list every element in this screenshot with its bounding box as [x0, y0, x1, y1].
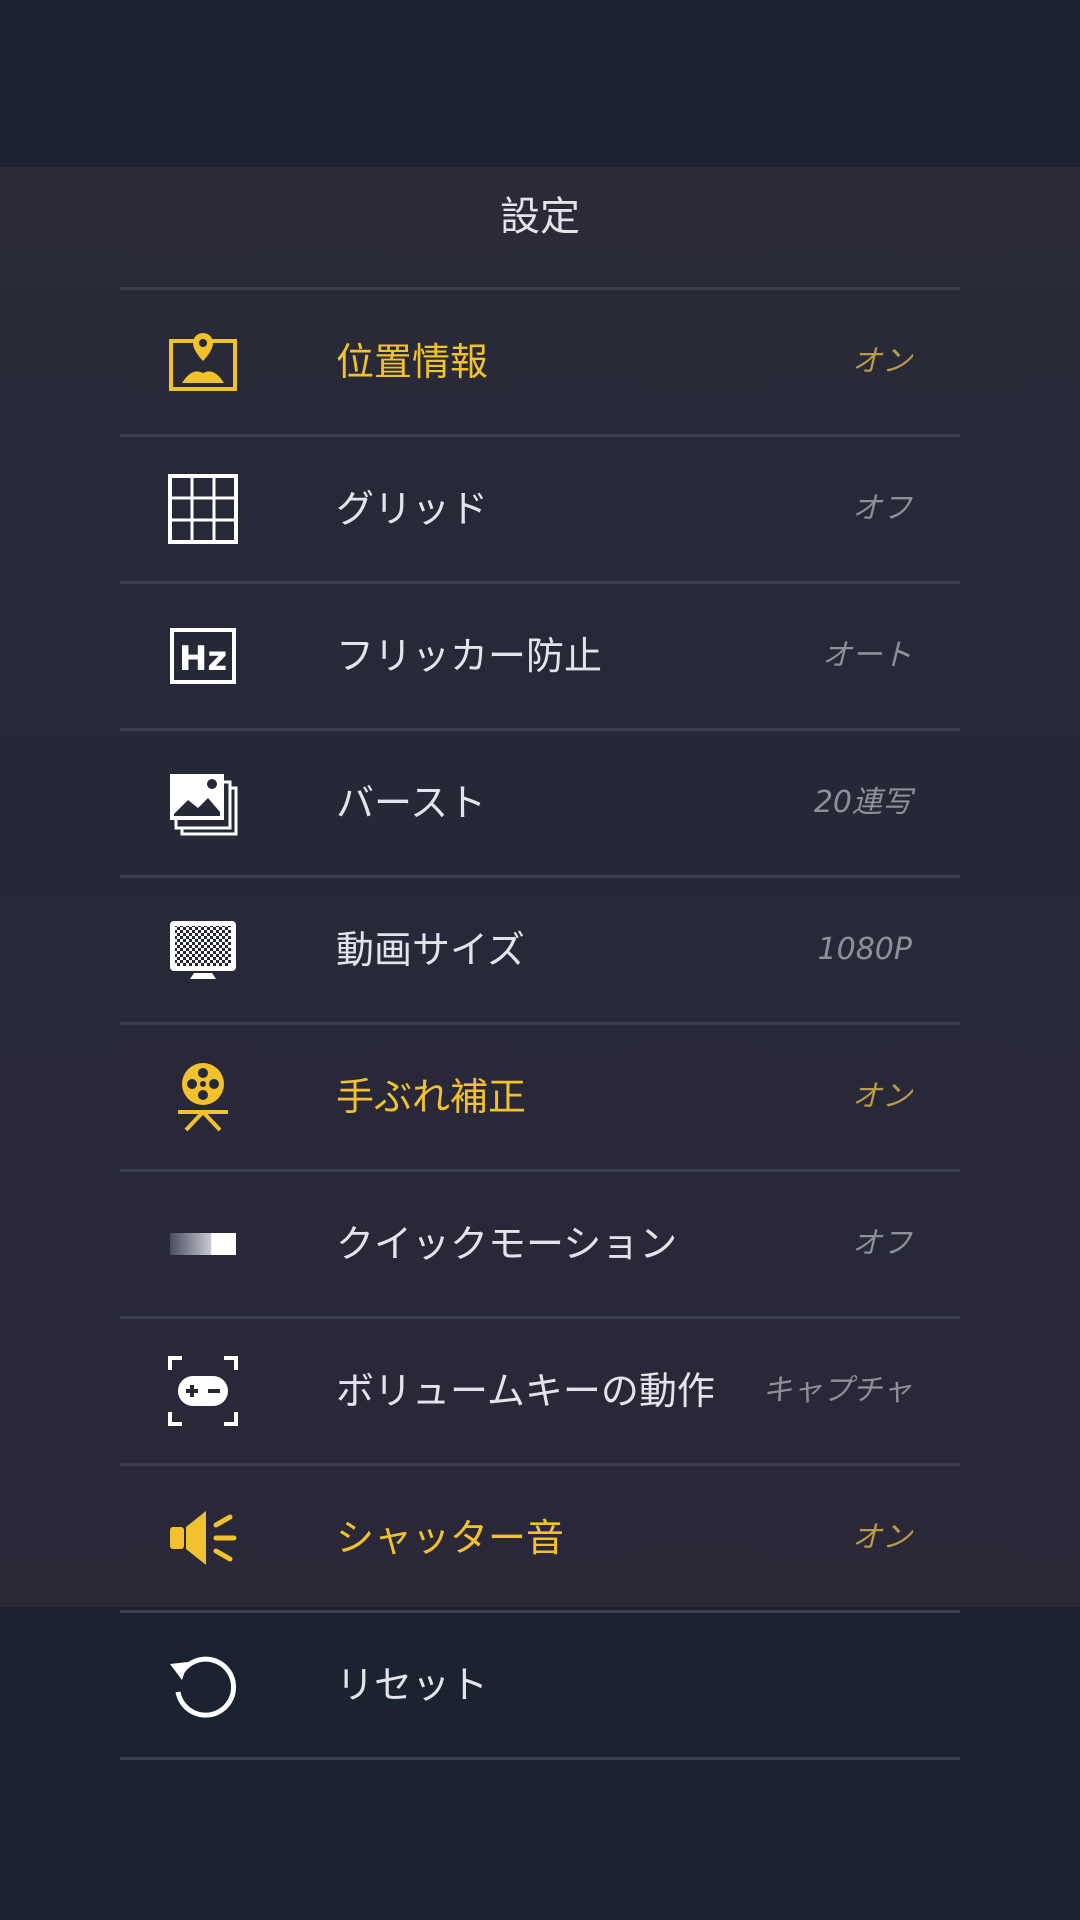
setting-row-location[interactable]: 位置情報 オン — [120, 287, 960, 437]
setting-row-flicker[interactable]: Hz フリッカー防止 オート — [120, 584, 960, 731]
setting-label-shutter-sound: シャッター音 — [336, 1516, 565, 1560]
svg-text:Hz: Hz — [179, 639, 227, 679]
setting-row-volume-key[interactable]: ボリュームキーの動作 キャプチャ — [120, 1319, 960, 1466]
setting-row-burst[interactable]: バースト 20連写 — [120, 731, 960, 878]
speaker-icon — [168, 1503, 238, 1573]
page-title: 設定 — [500, 194, 580, 240]
setting-row-shutter-sound[interactable]: シャッター音 オン — [120, 1466, 960, 1613]
volume-key-icon — [168, 1356, 238, 1426]
grid-icon — [168, 474, 238, 544]
setting-value-grid: オフ — [852, 491, 912, 526]
setting-value-flicker: オート — [822, 638, 912, 673]
setting-value-quick-motion: オフ — [852, 1226, 912, 1261]
settings-screen: 設定 位置情報 オン グリッド オフ Hz フリッカー防止 オート バースト 2… — [0, 0, 1080, 1920]
setting-row-stabilization[interactable]: 手ぶれ補正 オン — [120, 1025, 960, 1172]
setting-value-burst: 20連写 — [813, 785, 912, 820]
hz-icon: Hz — [168, 621, 238, 691]
setting-label-video-size: 動画サイズ — [336, 928, 525, 972]
setting-row-grid[interactable]: グリッド オフ — [120, 437, 960, 584]
setting-label-volume-key: ボリュームキーの動作 — [336, 1369, 715, 1413]
setting-label-location: 位置情報 — [336, 340, 489, 384]
setting-label-flicker: フリッカー防止 — [336, 634, 603, 678]
setting-value-location: オン — [852, 344, 912, 379]
setting-value-video-size: 1080P — [817, 932, 912, 967]
video-size-monitor-icon — [168, 915, 238, 985]
setting-row-video-size[interactable]: 動画サイズ 1080P — [120, 878, 960, 1025]
quick-motion-gradient-icon — [168, 1209, 238, 1279]
setting-row-reset[interactable]: リセット — [120, 1613, 960, 1760]
setting-label-grid: グリッド — [336, 487, 489, 531]
reset-arrow-icon — [168, 1650, 238, 1720]
setting-label-reset: リセット — [336, 1663, 489, 1707]
setting-label-quick-motion: クイックモーション — [336, 1222, 678, 1266]
setting-value-volume-key: キャプチャ — [762, 1373, 912, 1408]
location-pin-icon — [168, 327, 238, 397]
burst-photos-icon — [168, 768, 238, 838]
settings-list: 位置情報 オン グリッド オフ Hz フリッカー防止 オート バースト 20連写… — [120, 287, 960, 1760]
setting-row-quick-motion[interactable]: クイックモーション オフ — [120, 1172, 960, 1319]
setting-label-burst: バースト — [336, 781, 487, 825]
setting-value-stabilization: オン — [852, 1079, 912, 1114]
film-reel-stabilization-icon — [168, 1062, 238, 1132]
setting-label-stabilization: 手ぶれ補正 — [336, 1075, 527, 1119]
setting-value-shutter-sound: オン — [852, 1520, 912, 1555]
